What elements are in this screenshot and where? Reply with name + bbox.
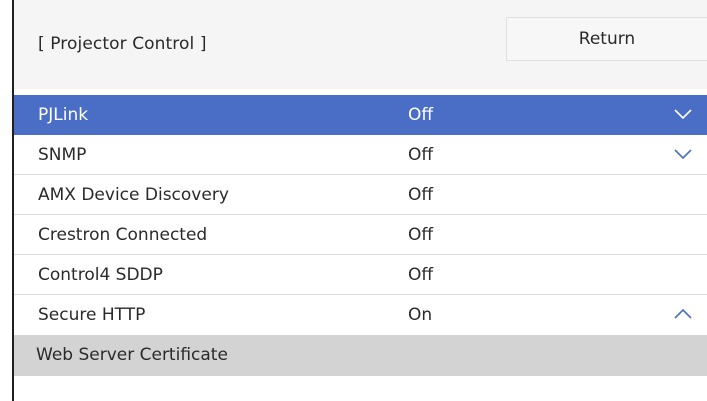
row-label: Control4 SDDP: [38, 265, 163, 285]
row-secure-http[interactable]: Secure HTTP On: [14, 295, 707, 335]
row-value: On: [408, 305, 433, 325]
row-value: Off: [408, 225, 434, 245]
row-label: PJLink: [38, 105, 89, 125]
projector-control-menu: [ Projector Control ] Return PJLink Off …: [0, 0, 707, 401]
row-pjlink[interactable]: PJLink Off: [14, 95, 707, 135]
row-label: Crestron Connected: [38, 225, 208, 245]
row-value: Off: [408, 105, 434, 125]
row-snmp[interactable]: SNMP Off: [14, 135, 707, 175]
row-value: Off: [408, 185, 434, 205]
row-amx-device-discovery[interactable]: AMX Device Discovery Off: [14, 175, 707, 215]
row-label: AMX Device Discovery: [38, 185, 229, 205]
row-control4-sddp[interactable]: Control4 SDDP Off: [14, 255, 707, 295]
row-label: Secure HTTP: [38, 305, 146, 325]
row-crestron-connected[interactable]: Crestron Connected Off: [14, 215, 707, 255]
submenu-web-server-certificate[interactable]: Web Server Certificate: [14, 335, 707, 376]
chevron-down-icon[interactable]: [673, 147, 693, 161]
chevron-down-icon[interactable]: [673, 107, 693, 121]
row-label: SNMP: [38, 145, 87, 165]
page-title: [ Projector Control ]: [38, 34, 207, 54]
chevron-up-icon[interactable]: [673, 307, 693, 321]
settings-list: PJLink Off SNMP Off AMX Device Discovery…: [14, 95, 707, 376]
row-value: Off: [408, 265, 434, 285]
row-value: Off: [408, 145, 434, 165]
submenu-label: Web Server Certificate: [36, 345, 228, 365]
return-button[interactable]: Return: [506, 17, 707, 61]
